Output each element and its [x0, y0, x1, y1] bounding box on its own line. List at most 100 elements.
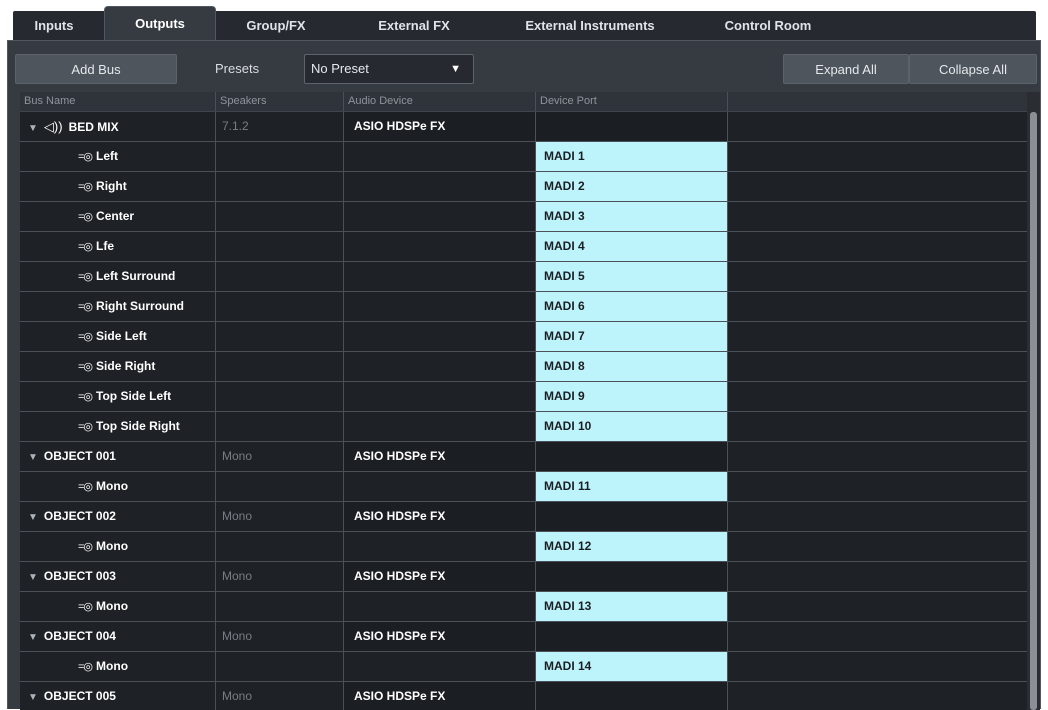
device-port-cell[interactable]: MADI 13: [536, 592, 728, 621]
bus-name-cell[interactable]: =◎ Center: [20, 202, 216, 231]
bus-name-cell[interactable]: =◎ Top Side Right: [20, 412, 216, 441]
bus-name-cell[interactable]: =◎ Side Right: [20, 352, 216, 381]
channel-row[interactable]: =◎ Left Surround MADI 5: [20, 262, 1028, 292]
channel-row[interactable]: =◎ Left MADI 1: [20, 142, 1028, 172]
bus-row[interactable]: ▼ OBJECT 003 Mono ASIO HDSPe FX: [20, 562, 1028, 592]
audio-device-cell[interactable]: [344, 292, 536, 321]
device-port-cell[interactable]: [536, 442, 728, 471]
audio-device-cell[interactable]: ASIO HDSPe FX: [344, 502, 536, 531]
audio-device-cell[interactable]: [344, 532, 536, 561]
tab-external-instruments[interactable]: External Instruments: [500, 11, 680, 40]
channel-row[interactable]: =◎ Mono MADI 12: [20, 532, 1028, 562]
audio-device-cell[interactable]: [344, 472, 536, 501]
channel-row[interactable]: =◎ Side Right MADI 8: [20, 352, 1028, 382]
audio-device-cell[interactable]: ASIO HDSPe FX: [344, 562, 536, 591]
audio-device-cell[interactable]: ASIO HDSPe FX: [344, 442, 536, 471]
bus-row[interactable]: ▼ OBJECT 004 Mono ASIO HDSPe FX: [20, 622, 1028, 652]
device-port-cell[interactable]: MADI 1: [536, 142, 728, 171]
add-bus-button[interactable]: Add Bus: [15, 54, 177, 84]
tab-group-fx[interactable]: Group/FX: [226, 11, 326, 40]
audio-device-cell[interactable]: [344, 322, 536, 351]
bus-name-cell[interactable]: =◎ Mono: [20, 472, 216, 501]
bus-name-cell[interactable]: =◎ Top Side Left: [20, 382, 216, 411]
channel-row[interactable]: =◎ Center MADI 3: [20, 202, 1028, 232]
audio-device-cell[interactable]: [344, 172, 536, 201]
column-header-device-port[interactable]: Device Port: [536, 92, 728, 111]
channel-row[interactable]: =◎ Top Side Left MADI 9: [20, 382, 1028, 412]
device-port-cell[interactable]: MADI 11: [536, 472, 728, 501]
device-port-cell[interactable]: [536, 622, 728, 651]
channel-row[interactable]: =◎ Side Left MADI 7: [20, 322, 1028, 352]
channel-row[interactable]: =◎ Lfe MADI 4: [20, 232, 1028, 262]
column-header-bus-name[interactable]: Bus Name: [20, 92, 216, 111]
bus-row[interactable]: ▼ OBJECT 005 Mono ASIO HDSPe FX: [20, 682, 1028, 710]
audio-device-cell[interactable]: [344, 382, 536, 411]
audio-device-cell[interactable]: ASIO HDSPe FX: [344, 622, 536, 651]
expand-triangle-icon[interactable]: ▼: [28, 683, 38, 710]
channel-row[interactable]: =◎ Top Side Right MADI 10: [20, 412, 1028, 442]
vertical-scrollbar[interactable]: [1027, 92, 1040, 710]
device-port-cell[interactable]: MADI 9: [536, 382, 728, 411]
scrollbar-thumb[interactable]: [1030, 112, 1037, 710]
bus-row[interactable]: ▼ OBJECT 002 Mono ASIO HDSPe FX: [20, 502, 1028, 532]
bus-name-cell[interactable]: =◎ Side Left: [20, 322, 216, 351]
bus-name-cell[interactable]: ▼ OBJECT 005: [20, 682, 216, 710]
channel-row[interactable]: =◎ Right Surround MADI 6: [20, 292, 1028, 322]
device-port-cell[interactable]: [536, 562, 728, 591]
presets-dropdown[interactable]: No Preset ▼: [304, 54, 474, 84]
bus-name-cell[interactable]: =◎ Right Surround: [20, 292, 216, 321]
expand-triangle-icon[interactable]: ▼: [28, 503, 38, 531]
channel-row[interactable]: =◎ Mono MADI 11: [20, 472, 1028, 502]
expand-triangle-icon[interactable]: ▼: [28, 563, 38, 591]
device-port-cell[interactable]: MADI 8: [536, 352, 728, 381]
device-port-cell[interactable]: MADI 6: [536, 292, 728, 321]
tab-outputs[interactable]: Outputs: [104, 6, 216, 41]
column-header-audio-device[interactable]: Audio Device: [344, 92, 536, 111]
device-port-cell[interactable]: [536, 682, 728, 710]
bus-name-cell[interactable]: ▼ OBJECT 001: [20, 442, 216, 471]
device-port-cell[interactable]: MADI 5: [536, 262, 728, 291]
audio-device-cell[interactable]: [344, 142, 536, 171]
device-port-cell[interactable]: MADI 14: [536, 652, 728, 681]
device-port-cell[interactable]: MADI 10: [536, 412, 728, 441]
column-header-speakers[interactable]: Speakers: [216, 92, 344, 111]
bus-name-cell[interactable]: =◎ Mono: [20, 532, 216, 561]
bus-name-cell[interactable]: ▼ OBJECT 004: [20, 622, 216, 651]
tab-external-fx[interactable]: External FX: [352, 11, 476, 40]
tab-control-room[interactable]: Control Room: [708, 11, 828, 40]
audio-device-cell[interactable]: [344, 652, 536, 681]
device-port-cell[interactable]: MADI 2: [536, 172, 728, 201]
bus-name-cell[interactable]: =◎ Mono: [20, 652, 216, 681]
device-port-cell[interactable]: [536, 502, 728, 531]
device-port-cell[interactable]: MADI 12: [536, 532, 728, 561]
expand-all-button[interactable]: Expand All: [783, 54, 909, 84]
bus-row[interactable]: ▼ ◁)) BED MIX 7.1.2 ASIO HDSPe FX: [20, 112, 1028, 142]
audio-device-cell[interactable]: [344, 352, 536, 381]
audio-device-cell[interactable]: [344, 592, 536, 621]
audio-device-cell[interactable]: [344, 262, 536, 291]
bus-name-cell[interactable]: ▼ ◁)) BED MIX: [20, 112, 216, 141]
bus-name-cell[interactable]: =◎ Left: [20, 142, 216, 171]
bus-name-cell[interactable]: ▼ OBJECT 003: [20, 562, 216, 591]
audio-device-cell[interactable]: ASIO HDSPe FX: [344, 682, 536, 710]
audio-device-cell[interactable]: [344, 412, 536, 441]
channel-row[interactable]: =◎ Mono MADI 14: [20, 652, 1028, 682]
device-port-cell[interactable]: MADI 3: [536, 202, 728, 231]
bus-name-cell[interactable]: ▼ OBJECT 002: [20, 502, 216, 531]
bus-name-cell[interactable]: =◎ Right: [20, 172, 216, 201]
device-port-cell[interactable]: [536, 112, 728, 141]
channel-row[interactable]: =◎ Right MADI 2: [20, 172, 1028, 202]
expand-triangle-icon[interactable]: ▼: [28, 623, 38, 651]
audio-device-cell[interactable]: [344, 202, 536, 231]
expand-triangle-icon[interactable]: ▼: [28, 443, 38, 471]
audio-device-cell[interactable]: ASIO HDSPe FX: [344, 112, 536, 141]
collapse-all-button[interactable]: Collapse All: [909, 54, 1037, 84]
device-port-cell[interactable]: MADI 4: [536, 232, 728, 261]
bus-row[interactable]: ▼ OBJECT 001 Mono ASIO HDSPe FX: [20, 442, 1028, 472]
device-port-cell[interactable]: MADI 7: [536, 322, 728, 351]
bus-name-cell[interactable]: =◎ Mono: [20, 592, 216, 621]
bus-name-cell[interactable]: =◎ Lfe: [20, 232, 216, 261]
expand-triangle-icon[interactable]: ▼: [28, 114, 38, 141]
tab-inputs[interactable]: Inputs: [16, 11, 92, 40]
bus-name-cell[interactable]: =◎ Left Surround: [20, 262, 216, 291]
